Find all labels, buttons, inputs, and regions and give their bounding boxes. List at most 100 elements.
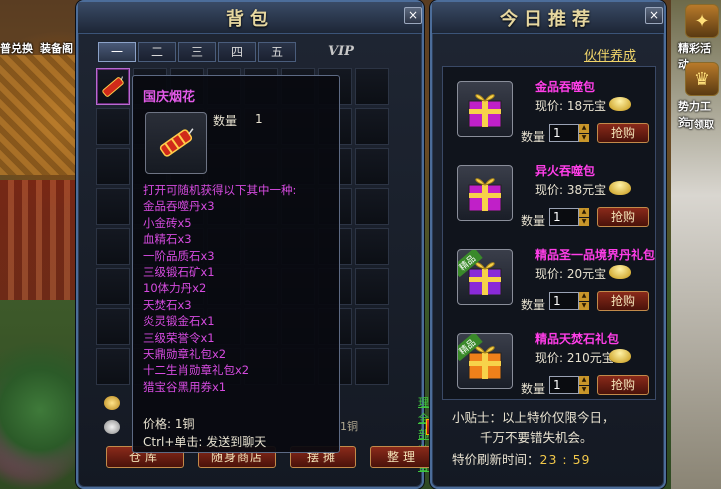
ingot-icon	[609, 265, 631, 279]
ingot-icon	[609, 97, 631, 111]
tooltip-qty: 1	[255, 112, 263, 126]
tooltip-desc-line: 三级锻石矿x1	[143, 265, 215, 280]
tooltip-item-name: 国庆烟花	[143, 90, 196, 105]
refresh-label: 特价刷新时间：	[452, 452, 540, 467]
qty-down-icon[interactable]: ▼	[579, 301, 589, 310]
exchange-shortcut[interactable]: 普兑换	[0, 40, 33, 56]
recommend-list: 金品吞噬包 现价: 18元宝 数量 1 ▲ ▼ 抢购 异火吞噬包 现价: 38元宝 数量 1 ▲ ▼ 抢购…	[442, 66, 656, 400]
partner-link[interactable]: 伙伴养成	[584, 45, 636, 64]
tooltip-desc-line: 炎灵锻金石x1	[143, 314, 215, 329]
qty-down-icon[interactable]: ▼	[579, 385, 589, 394]
tooltip-desc-line: 天焚石x3	[143, 297, 192, 312]
recommend-item: 异火吞噬包现价: 38元宝数量 1 ▲ ▼ 抢购	[449, 155, 699, 229]
vip-tab[interactable]: VIP	[328, 44, 354, 59]
qty-up-icon[interactable]: ▲	[579, 376, 589, 385]
item-price: 现价: 210元宝	[535, 351, 614, 365]
bag-slot[interactable]	[96, 268, 130, 305]
gift-box-icon[interactable]	[457, 81, 513, 137]
bag-slot[interactable]	[96, 308, 130, 345]
item-name: 金品吞噬包	[535, 80, 596, 94]
tips-line-1: 小贴士：以上特价仅限今日，	[452, 410, 615, 425]
bag-slot[interactable]	[355, 228, 389, 265]
tooltip-desc-line: 十二生肖勋章礼包x2	[143, 363, 250, 378]
recommend-close-button[interactable]: ×	[645, 7, 663, 24]
bag-slot[interactable]	[355, 268, 389, 305]
recommend-title: 今日推荐	[432, 2, 664, 34]
qty-label: 数量	[521, 214, 546, 228]
bag-slot[interactable]	[96, 188, 130, 225]
qty-input[interactable]: 1	[549, 208, 579, 226]
item-tooltip: 国庆烟花 数量 1 打开可随机获得以下其中一种: 金品吞噬丹x3 小金砖x5 血精石x…	[132, 75, 340, 453]
qty-up-icon[interactable]: ▲	[579, 292, 589, 301]
ingot-icon	[609, 181, 631, 195]
qty-stepper[interactable]: ▲ ▼	[579, 208, 589, 226]
bag-slot[interactable]	[355, 108, 389, 145]
qty-input[interactable]: 1	[549, 292, 579, 310]
bag-close-button[interactable]: ×	[404, 7, 422, 24]
item-price: 现价: 18元宝	[535, 99, 607, 113]
bag-slot[interactable]	[355, 148, 389, 185]
qty-label: 数量	[521, 382, 546, 396]
bag-tab-3[interactable]: 三	[178, 42, 216, 62]
tooltip-desc-line: 猎宝谷黑用券x1	[143, 379, 227, 394]
buy-button[interactable]: 抢购	[597, 123, 649, 143]
item-name: 异火吞噬包	[535, 164, 596, 178]
firework-icon	[97, 69, 129, 104]
tooltip-desc-line: 天鼎勋章礼包x2	[143, 347, 227, 362]
tooltip-qty-label: 数量	[213, 114, 238, 128]
equipment-shortcut[interactable]: 装备阁	[40, 40, 73, 56]
firework-icon	[145, 112, 207, 174]
qty-stepper[interactable]: ▲ ▼	[579, 292, 589, 310]
tooltip-description: 打开可随机获得以下其中一种: 金品吞噬丹x3 小金砖x5 血精石x3 一阶品质石x3 三级…	[143, 182, 296, 395]
recommend-item: 精品 精品天焚石礼包 现价: 210元宝 数量 1 ▲ ▼ 抢购	[449, 323, 699, 397]
qty-label: 数量	[521, 130, 546, 144]
qty-input[interactable]: 1	[549, 124, 579, 142]
tooltip-desc-line: 三级荣誉令x1	[143, 330, 215, 345]
bag-tabs: 一二三四五	[98, 42, 296, 62]
gold-coin-icon	[104, 396, 120, 410]
buy-button[interactable]: 抢购	[597, 375, 649, 395]
qty-stepper[interactable]: ▲ ▼	[579, 376, 589, 394]
bag-slot[interactable]	[355, 348, 389, 385]
bag-slot[interactable]	[355, 308, 389, 345]
copper-amount: 1铜	[340, 420, 358, 433]
qty-input[interactable]: 1	[549, 376, 579, 394]
events-icon[interactable]: ✦	[685, 4, 719, 38]
recommend-item: 精品 精品圣一品境界丹礼包 现价: 20元宝 数量 1 ▲ ▼ 抢购	[449, 239, 699, 313]
tooltip-price: 价格: 1铜	[143, 417, 195, 431]
tooltip-desc-line: 小金砖x5	[143, 215, 192, 230]
recommend-panel: 今日推荐 × 伙伴养成 金品吞噬包 现价: 18元宝 数量 1 ▲ ▼ 抢购 异火吞噬包 现价:…	[430, 0, 666, 489]
qty-down-icon[interactable]: ▼	[579, 133, 589, 142]
qty-down-icon[interactable]: ▼	[579, 217, 589, 226]
buy-button[interactable]: 抢购	[597, 291, 649, 311]
qty-up-icon[interactable]: ▲	[579, 208, 589, 217]
bag-tab-4[interactable]: 四	[218, 42, 256, 62]
bag-slot[interactable]	[96, 148, 130, 185]
bag-slot[interactable]	[355, 68, 389, 105]
bag-slot[interactable]	[96, 228, 130, 265]
bag-tab-1[interactable]: 一	[98, 42, 136, 62]
tooltip-desc-line: 10体力丹x2	[143, 281, 207, 296]
gift-box-icon[interactable]: 精品	[457, 249, 513, 305]
tips: 小贴士：以上特价仅限今日， 千万不要错失机会。	[452, 408, 615, 448]
tooltip-desc-line: 血精石x3	[143, 232, 192, 247]
qty-stepper[interactable]: ▲ ▼	[579, 124, 589, 142]
bag-slot-firework[interactable]	[96, 68, 130, 105]
qty-up-icon[interactable]: ▲	[579, 124, 589, 133]
sort-button[interactable]: 整理	[370, 446, 436, 468]
refresh-countdown: 23 : 59	[539, 452, 591, 467]
bag-slot[interactable]	[96, 348, 130, 385]
silver-coin-icon	[104, 420, 120, 434]
buy-button[interactable]: 抢购	[597, 207, 649, 227]
bag-tab-5[interactable]: 五	[258, 42, 296, 62]
item-name: 精品圣一品境界丹礼包	[535, 248, 656, 262]
item-price: 现价: 38元宝	[535, 183, 607, 197]
gift-box-icon[interactable]	[457, 165, 513, 221]
tooltip-chat-hint: Ctrl+单击: 发送到聊天	[143, 435, 267, 449]
bag-tab-2[interactable]: 二	[138, 42, 176, 62]
tooltip-desc-line: 一阶品质石x3	[143, 248, 215, 263]
bag-slot[interactable]	[355, 188, 389, 225]
gift-box-icon[interactable]: 精品	[457, 333, 513, 389]
bag-panel: 背包 × 一二三四五 VIP 1铜 理全部装备 充值 仓库 随身商店 摆摊 整理…	[76, 0, 474, 489]
bag-slot[interactable]	[96, 108, 130, 145]
